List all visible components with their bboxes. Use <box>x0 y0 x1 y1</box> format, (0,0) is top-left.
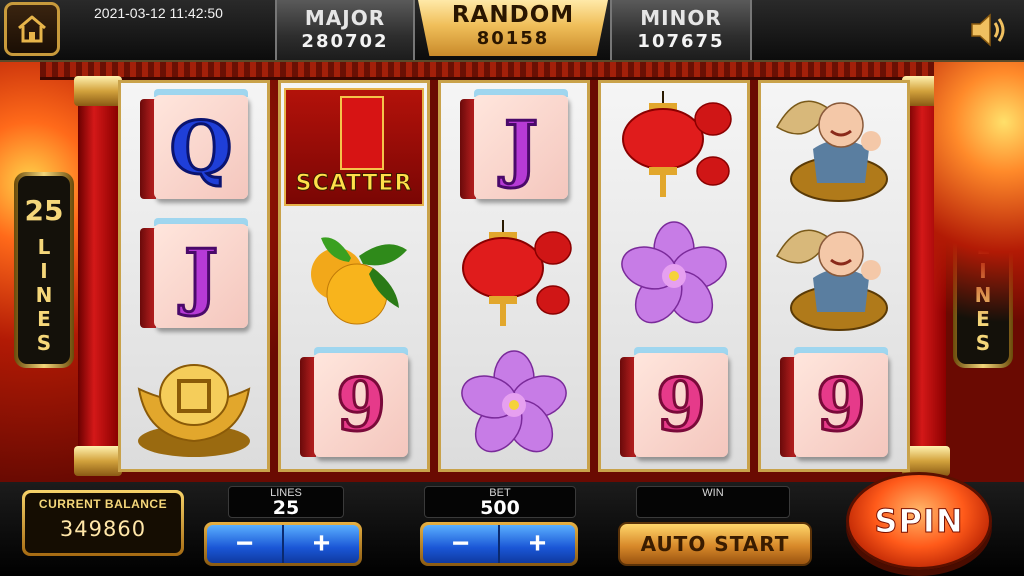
plum-blossom-icon <box>621 221 727 324</box>
mahjong-tile-icon: 9 <box>300 346 408 457</box>
tile-character: 9 <box>814 361 867 449</box>
mahjong-tile-icon: Q <box>140 89 248 200</box>
control-panel: CURRENT BALANCE 349860 LINES 25 − + BET … <box>0 472 1024 576</box>
plum-blossom-icon <box>461 349 567 452</box>
temple-roof <box>40 62 984 80</box>
top-bar: 2021-03-12 11:42:50 MAJOR 280702 RANDOM … <box>0 0 1024 62</box>
spin-label: SPIN <box>874 502 964 541</box>
spin-button[interactable]: SPIN <box>846 472 992 570</box>
balance-value: 349860 <box>59 517 147 541</box>
reel-grid: Q J SCATTER 9 J 9 9 <box>118 80 910 472</box>
paylines-badge-right: 25 LINES <box>953 172 1013 368</box>
tile-character: Q <box>168 103 234 191</box>
symbol-gold-ingot <box>124 343 264 467</box>
bet-increase-button[interactable]: + <box>500 525 575 563</box>
sound-button[interactable] <box>968 10 1012 50</box>
scatter-label: SCATTER <box>295 171 413 197</box>
paylines-word: LINES <box>35 235 53 355</box>
home-icon <box>18 15 46 43</box>
god-of-wealth-icon <box>776 229 888 331</box>
scatter-banner-icon: SCATTER <box>284 88 424 207</box>
lines-value: 25 <box>272 497 300 519</box>
bet-display: BET 500 <box>424 486 576 518</box>
oranges-icon <box>311 237 407 325</box>
jackpot-major-value: 280702 <box>301 31 389 52</box>
bet-decrease-button[interactable]: − <box>423 525 500 563</box>
jackpot-minor-label: MINOR <box>640 6 722 30</box>
mahjong-tile-icon: J <box>140 217 248 328</box>
reel-2: SCATTER 9 <box>278 80 430 472</box>
bet-value: 500 <box>480 497 520 519</box>
symbol-god-of-wealth <box>764 214 904 338</box>
paylines-count: 25 <box>963 194 1003 227</box>
tile-character: 9 <box>654 361 707 449</box>
lines-stepper: − + <box>204 522 362 566</box>
paylines-word: LINES <box>974 235 992 355</box>
mahjong-tile-icon: 9 <box>780 346 888 457</box>
lanterns-icon <box>462 219 572 326</box>
symbol-tile-Q: Q <box>124 85 264 209</box>
tile-character: J <box>502 103 539 191</box>
symbol-tile-9: 9 <box>284 343 424 467</box>
right-pillar <box>902 76 950 476</box>
speaker-icon <box>971 13 1005 47</box>
lanterns-icon <box>622 91 732 198</box>
symbol-lanterns <box>444 214 584 338</box>
bet-stepper: − + <box>420 522 578 566</box>
symbol-tile-9: 9 <box>764 343 904 467</box>
lines-increase-button[interactable]: + <box>284 525 359 563</box>
symbol-tile-9: 9 <box>604 343 744 467</box>
jackpot-minor-value: 107675 <box>637 31 725 52</box>
symbol-oranges <box>284 214 424 338</box>
gold-ingot-icon <box>137 363 251 457</box>
auto-start-button[interactable]: AUTO START <box>618 522 812 566</box>
symbol-plum-blossom <box>604 214 744 338</box>
symbol-scatter: SCATTER <box>284 85 424 209</box>
lines-decrease-button[interactable]: − <box>207 525 284 563</box>
win-display: WIN <box>636 486 790 518</box>
paylines-count: 25 <box>24 194 64 227</box>
balance-label: CURRENT BALANCE <box>38 497 168 511</box>
win-label: WIN <box>702 487 724 499</box>
mahjong-tile-icon: J <box>460 89 568 200</box>
tile-character: 9 <box>334 361 387 449</box>
symbol-plum-blossom <box>444 343 584 467</box>
jackpot-random: RANDOM 80158 <box>418 0 608 56</box>
jackpot-minor: MINOR 107675 <box>610 0 752 60</box>
left-pillar <box>74 76 122 476</box>
mahjong-tile-icon: 9 <box>620 346 728 457</box>
symbol-god-of-wealth <box>764 85 904 209</box>
jackpot-random-label: RANDOM <box>451 2 575 28</box>
god-of-wealth-icon <box>776 100 888 203</box>
symbol-lanterns <box>604 85 744 209</box>
reel-1: QJ <box>118 80 270 472</box>
jackpot-random-value: 80158 <box>476 28 550 49</box>
game-stage: 25 LINES 25 LINES Q J SCATTER 9 J 9 9 <box>0 62 1024 482</box>
datetime: 2021-03-12 11:42:50 <box>94 5 223 21</box>
jackpot-major-label: MAJOR <box>304 6 386 30</box>
symbol-tile-J: J <box>124 214 264 338</box>
paylines-badge-left: 25 LINES <box>14 172 74 368</box>
symbol-tile-J: J <box>444 85 584 209</box>
reel-3: J <box>438 80 590 472</box>
reel-5: 9 <box>758 80 910 472</box>
tile-character: J <box>182 232 219 320</box>
reel-4: 9 <box>598 80 750 472</box>
jackpot-major: MAJOR 280702 <box>275 0 415 60</box>
home-button[interactable] <box>4 2 60 56</box>
balance-panel: CURRENT BALANCE 349860 <box>22 490 184 556</box>
lines-display: LINES 25 <box>228 486 344 518</box>
